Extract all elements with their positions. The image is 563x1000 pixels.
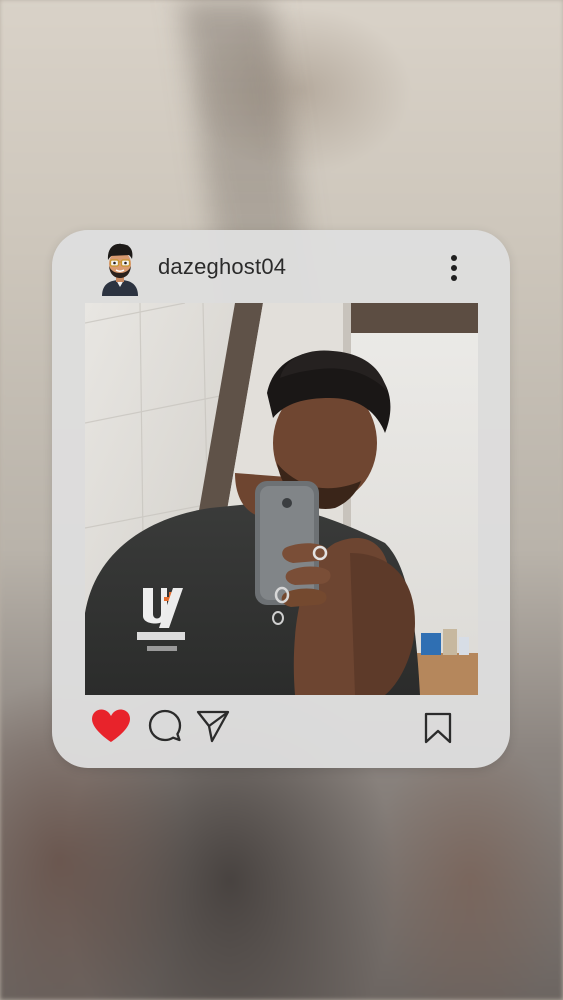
username[interactable]: dazeghost04 bbox=[158, 254, 286, 280]
post-header: dazeghost04 bbox=[52, 230, 510, 304]
comment-icon[interactable] bbox=[147, 708, 183, 744]
more-dot bbox=[451, 265, 457, 271]
post-card: dazeghost04 bbox=[52, 230, 510, 768]
send-icon[interactable] bbox=[195, 708, 231, 744]
post-actions bbox=[52, 700, 510, 754]
avatar[interactable] bbox=[96, 240, 144, 296]
bookmark-icon[interactable] bbox=[423, 712, 453, 744]
post-photo[interactable] bbox=[85, 303, 478, 695]
post-photo-image bbox=[85, 303, 478, 695]
more-vertical-icon[interactable] bbox=[440, 250, 468, 286]
more-dot bbox=[451, 275, 457, 281]
more-dot bbox=[451, 255, 457, 261]
heart-icon[interactable] bbox=[90, 708, 132, 744]
